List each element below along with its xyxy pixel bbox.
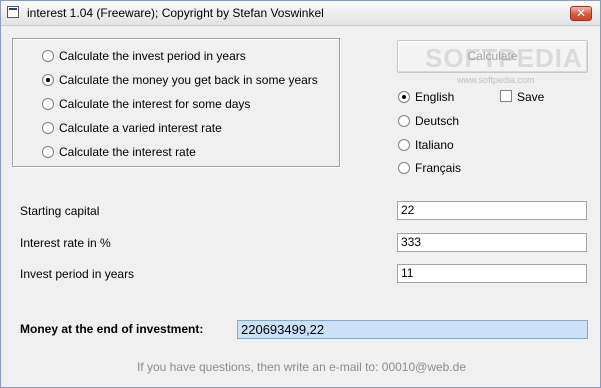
invest-period-input[interactable]: 11 xyxy=(397,264,587,283)
language-label: Français xyxy=(415,161,462,175)
softpedia-watermark-url: www.softpedia.com xyxy=(457,75,535,85)
radio-label: Calculate the interest for some days xyxy=(59,97,251,111)
softpedia-watermark: SOFTPEDIA xyxy=(425,43,583,73)
title-bar[interactable]: interest 1.04 (Freeware); Copyright by S… xyxy=(1,1,600,26)
radio-label: Calculate the money you get back in some… xyxy=(59,73,318,87)
interest-rate-label: Interest rate in % xyxy=(20,236,111,250)
app-window-icon[interactable] xyxy=(7,6,19,18)
radio-button-icon[interactable] xyxy=(42,146,54,158)
calculation-mode-group: Calculate the invest period in years Cal… xyxy=(12,38,340,167)
language-label: Italiano xyxy=(415,138,454,152)
starting-capital-label: Starting capital xyxy=(20,204,100,218)
radio-button-icon[interactable] xyxy=(398,115,410,127)
save-label: Save xyxy=(517,90,545,104)
radio-button-icon[interactable] xyxy=(42,98,54,110)
interest-rate-input[interactable]: 333 xyxy=(397,233,587,252)
checkbox-icon[interactable] xyxy=(500,90,512,102)
language-label: English xyxy=(415,90,455,104)
radio-button-icon[interactable] xyxy=(42,74,54,86)
radio-button-icon[interactable] xyxy=(42,50,54,62)
radio-button-icon[interactable] xyxy=(398,139,410,151)
result-label: Money at the end of investment: xyxy=(20,322,204,336)
app-window: interest 1.04 (Freeware); Copyright by S… xyxy=(0,0,601,388)
radio-button-icon[interactable] xyxy=(42,122,54,134)
result-output-field[interactable]: 220693499,22 xyxy=(237,320,588,339)
starting-capital-input[interactable]: 22 xyxy=(397,201,587,220)
invest-period-label: Invest period in years xyxy=(20,267,135,281)
radio-label: Calculate the interest rate xyxy=(59,145,196,159)
radio-label: Calculate a varied interest rate xyxy=(59,121,222,135)
language-label: Deutsch xyxy=(415,114,460,128)
window-title: interest 1.04 (Freeware); Copyright by S… xyxy=(27,6,324,20)
close-button[interactable]: ✕ xyxy=(570,6,592,21)
radio-button-icon[interactable] xyxy=(398,162,410,174)
radio-label: Calculate the invest period in years xyxy=(59,49,246,63)
contact-info: If you have questions, then write an e-m… xyxy=(136,360,467,374)
radio-button-icon[interactable] xyxy=(398,91,410,103)
